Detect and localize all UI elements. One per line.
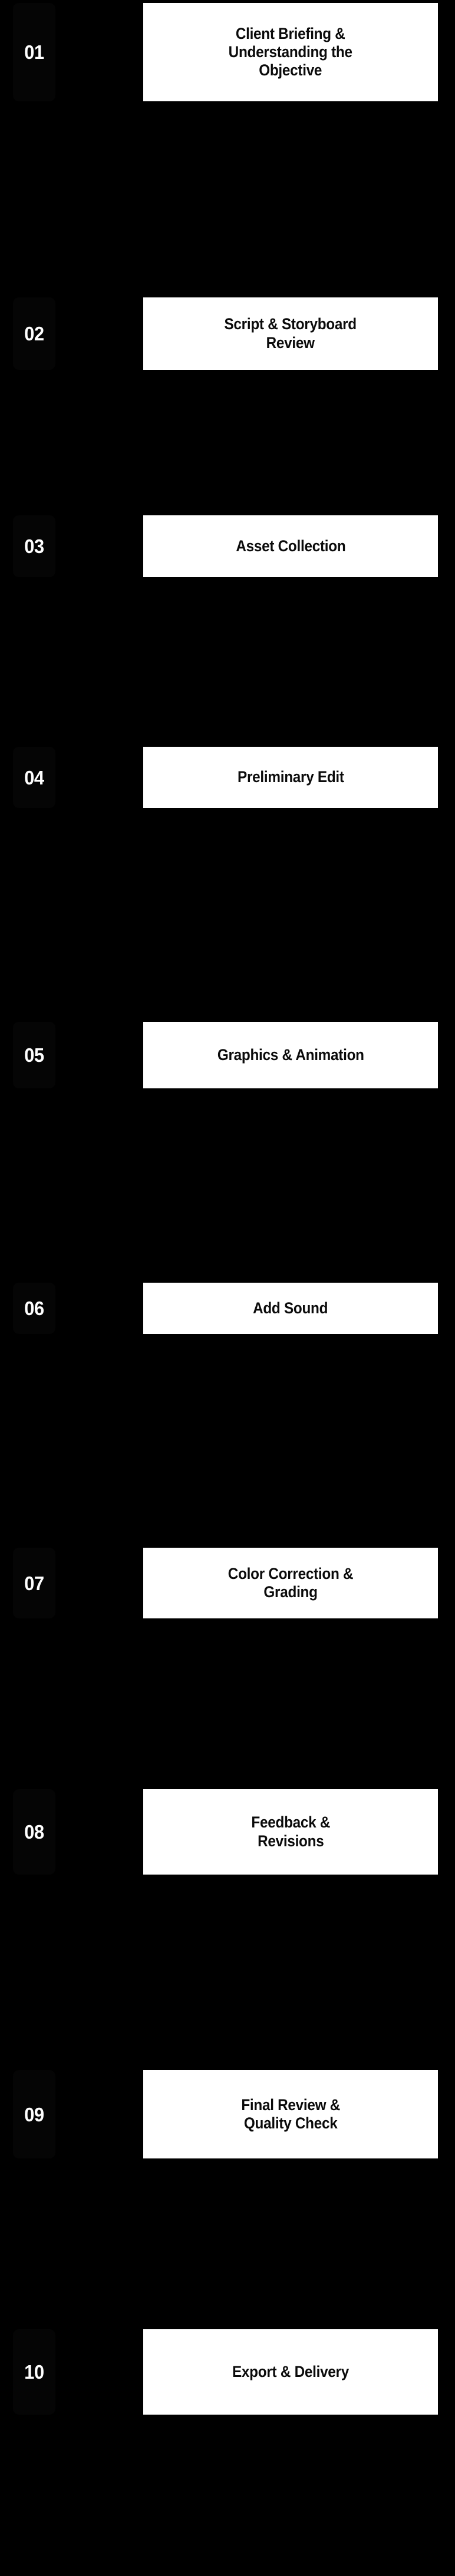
step-card[interactable]: Script & Storyboard Review bbox=[143, 297, 438, 370]
process-step-row: 09 Final Review & Quality Check bbox=[0, 2070, 455, 2158]
step-title: Graphics & Animation bbox=[217, 1045, 364, 1064]
step-number-label: 06 bbox=[24, 1297, 44, 1319]
step-number-label: 03 bbox=[24, 535, 44, 557]
step-title: Script & Storyboard Review bbox=[224, 315, 357, 352]
step-number-badge: 08 bbox=[13, 1789, 55, 1875]
step-number-badge: 07 bbox=[13, 1548, 55, 1618]
step-number-label: 04 bbox=[24, 766, 44, 789]
step-number-badge: 04 bbox=[13, 747, 55, 808]
step-card[interactable]: Feedback & Revisions bbox=[143, 1789, 438, 1875]
step-number-label: 07 bbox=[24, 1572, 44, 1594]
step-number-label: 01 bbox=[24, 41, 44, 63]
step-number-badge: 03 bbox=[13, 515, 55, 577]
step-title: Asset Collection bbox=[235, 537, 346, 555]
step-title: Color Correction & Grading bbox=[228, 1564, 354, 1601]
process-steps-infographic: 01 Client Briefing & Understanding the Ob… bbox=[0, 0, 455, 2576]
step-title: Feedback & Revisions bbox=[251, 1813, 330, 1850]
step-title: Client Briefing & Understanding the Obje… bbox=[228, 24, 353, 80]
process-step-row: 08 Feedback & Revisions bbox=[0, 1789, 455, 1875]
step-card[interactable]: Asset Collection bbox=[143, 515, 438, 577]
step-number-label: 02 bbox=[24, 323, 44, 345]
process-step-row: 01 Client Briefing & Understanding the Ob… bbox=[0, 3, 455, 101]
process-step-row: 07 Color Correction & Grading bbox=[0, 1548, 455, 1618]
process-step-row: 05 Graphics & Animation bbox=[0, 1022, 455, 1088]
step-number-badge: 10 bbox=[13, 2329, 55, 2415]
step-card[interactable]: Graphics & Animation bbox=[143, 1022, 438, 1088]
step-number-badge: 01 bbox=[13, 3, 55, 101]
step-number-badge: 09 bbox=[13, 2070, 55, 2158]
step-title: Export & Delivery bbox=[232, 2362, 349, 2380]
step-title: Final Review & Quality Check bbox=[241, 2095, 340, 2132]
step-number-badge: 05 bbox=[13, 1022, 55, 1088]
step-card[interactable]: Color Correction & Grading bbox=[143, 1548, 438, 1618]
step-card[interactable]: Preliminary Edit bbox=[143, 747, 438, 808]
step-number-badge: 02 bbox=[13, 297, 55, 370]
step-card[interactable]: Export & Delivery bbox=[143, 2329, 438, 2415]
process-step-row: 10 Export & Delivery bbox=[0, 2329, 455, 2415]
process-step-row: 04 Preliminary Edit bbox=[0, 747, 455, 808]
step-title: Preliminary Edit bbox=[237, 768, 344, 786]
step-number-badge: 06 bbox=[13, 1283, 55, 1334]
step-number-label: 10 bbox=[24, 2361, 44, 2383]
process-step-row: 03 Asset Collection bbox=[0, 515, 455, 577]
step-number-label: 05 bbox=[24, 1044, 44, 1066]
process-step-row: 02 Script & Storyboard Review bbox=[0, 297, 455, 370]
step-number-label: 09 bbox=[24, 2103, 44, 2125]
step-card[interactable]: Client Briefing & Understanding the Obje… bbox=[143, 3, 438, 101]
step-title: Add Sound bbox=[253, 1299, 328, 1317]
step-number-label: 08 bbox=[24, 1821, 44, 1843]
process-step-row: 06 Add Sound bbox=[0, 1283, 455, 1334]
step-card[interactable]: Add Sound bbox=[143, 1283, 438, 1334]
step-card[interactable]: Final Review & Quality Check bbox=[143, 2070, 438, 2158]
